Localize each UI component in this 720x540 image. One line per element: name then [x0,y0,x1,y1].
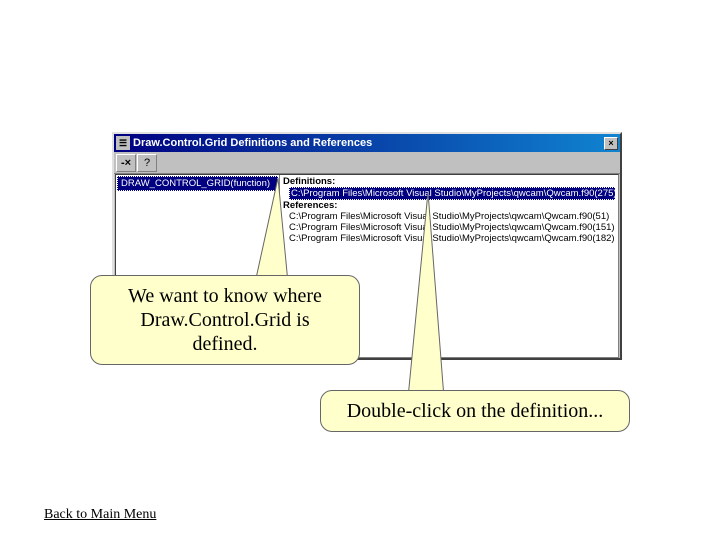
callout1-line1: We want to know where [128,285,322,307]
callout-pointers [0,0,720,540]
back-to-main-menu-link[interactable]: Back to Main Menu [44,507,156,523]
callout2-text: Double-click on the definition... [347,400,604,422]
callout-where-defined: We want to know where Draw.Control.Grid … [90,275,360,365]
callout1-line2: Draw.Control.Grid is defined. [140,309,309,355]
callout-double-click: Double-click on the definition... [320,390,630,432]
